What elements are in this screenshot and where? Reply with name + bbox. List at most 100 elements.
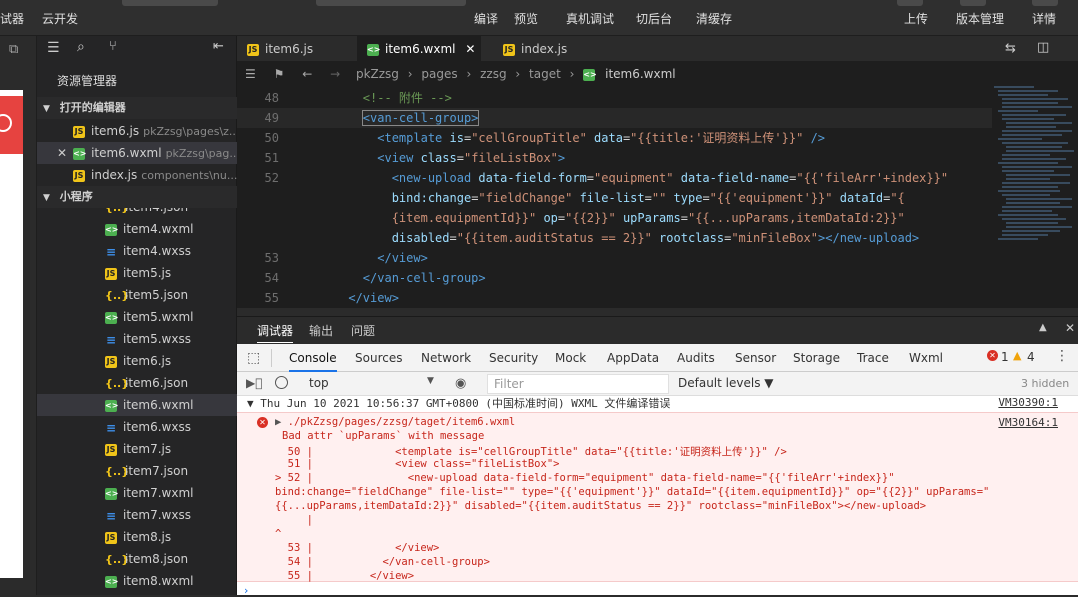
filter-input[interactable]: Filter xyxy=(487,374,669,394)
file-tree-item[interactable]: {..}item8.json xyxy=(37,548,237,570)
simulator-screen[interactable] xyxy=(0,90,23,578)
background-button[interactable]: 切后台 xyxy=(636,10,672,27)
warning-count[interactable]: 4 xyxy=(1027,350,1035,364)
search-icon[interactable]: ⌕ xyxy=(77,39,85,55)
compare-icon[interactable]: ⇆ xyxy=(1005,41,1016,56)
details-button[interactable]: 详情 xyxy=(1032,10,1056,27)
tab-item6-js[interactable]: JS item6.js xyxy=(237,36,355,62)
error-path[interactable]: ▶ ./pkZzsg/pages/zzsg/taget/item6.wxml xyxy=(275,416,515,428)
file-tree-item[interactable]: ≡ item4.wxss xyxy=(37,240,237,262)
file-tree-item[interactable]: <> item7.wxml xyxy=(37,482,237,504)
forward-arrow-icon[interactable]: → xyxy=(330,67,340,81)
open-editors-header[interactable]: ▼ 打开的编辑器 xyxy=(37,97,237,119)
close-panel-icon[interactable]: ✕ xyxy=(1065,321,1075,335)
code-line: <!-- 附件 --> xyxy=(362,91,452,105)
bookmark-icon[interactable]: ⚑ xyxy=(274,67,285,81)
tab-item6-wxml[interactable]: <> item6.wxml ✕ xyxy=(357,36,481,62)
json-file-icon: {..} xyxy=(105,552,130,566)
list-icon[interactable]: ☰ xyxy=(245,67,256,81)
tab-index-js[interactable]: JS index.js xyxy=(493,36,603,62)
debugger-button[interactable]: 试器 xyxy=(0,10,24,27)
devtools-tab-mock[interactable]: Mock xyxy=(555,344,586,372)
devtools-tab-audits[interactable]: Audits xyxy=(677,344,715,372)
devtools-tab-security[interactable]: Security xyxy=(489,344,538,372)
close-icon[interactable]: ✕ xyxy=(465,42,475,56)
breadcrumb-item[interactable]: pkZzsg xyxy=(356,67,399,81)
inspect-element-icon[interactable]: ⬚ xyxy=(247,350,260,366)
console-prompt[interactable]: › xyxy=(244,584,248,597)
file-tree-item[interactable]: <> item4.wxml xyxy=(37,218,237,240)
file-tree-item[interactable]: JS item5.js xyxy=(37,262,237,284)
wxss-file-icon: ≡ xyxy=(105,332,117,347)
clear-console-icon[interactable] xyxy=(275,376,288,389)
devtools-tab-sensor[interactable]: Sensor xyxy=(735,344,776,372)
close-icon[interactable]: ✕ xyxy=(57,146,67,160)
file-name: item6.json xyxy=(125,376,189,390)
maximize-panel-icon[interactable]: ▲ xyxy=(1039,322,1047,333)
file-tree-item[interactable]: JS item7.js xyxy=(37,438,237,460)
preview-button[interactable]: 预览 xyxy=(514,10,538,27)
upload-button[interactable]: 上传 xyxy=(904,10,928,27)
breadcrumb-item[interactable]: pages xyxy=(421,67,457,81)
mode-selector[interactable] xyxy=(122,0,218,6)
file-tree-item[interactable]: {..}item5.json xyxy=(37,284,237,306)
devtools-tab-appdata[interactable]: AppData xyxy=(607,344,659,372)
split-editor-icon[interactable]: ◫ xyxy=(1037,40,1049,55)
clear-cache-button[interactable]: 清缓存 xyxy=(696,10,732,27)
wxml-file-icon: <> xyxy=(583,68,597,81)
window-icon[interactable]: ⧉ xyxy=(9,42,18,57)
files-icon[interactable]: ☰ xyxy=(47,40,60,56)
file-name: item6.js xyxy=(91,124,140,138)
back-arrow-icon[interactable]: ← xyxy=(302,67,312,81)
devtools-tab-console[interactable]: Console xyxy=(289,344,337,372)
line-number: 52 xyxy=(264,171,279,185)
real-debug-button[interactable]: 真机调试 xyxy=(566,10,614,27)
expand-arrow-icon[interactable]: ▼ xyxy=(247,397,260,410)
file-tree-item[interactable]: <> item8.wxml xyxy=(37,570,237,592)
open-editor-item[interactable]: JS item6.js pkZzsg\pages\z... xyxy=(37,120,237,142)
open-editor-item[interactable]: JS index.js components\nu... xyxy=(37,164,237,186)
file-tree-item[interactable]: JS item8.js xyxy=(37,526,237,548)
devtools-tab-network[interactable]: Network xyxy=(421,344,471,372)
collapse-sidebar-icon[interactable]: ⇤ xyxy=(213,39,224,54)
file-tree-item[interactable]: JS item6.js xyxy=(37,350,237,372)
tab-problems[interactable]: 问题 xyxy=(351,322,375,339)
file-tree-item[interactable]: <> item6.wxml xyxy=(37,394,237,416)
breadcrumb-item[interactable]: zzsg xyxy=(480,67,506,81)
tab-debugger[interactable]: 调试器 xyxy=(257,322,294,343)
code-line: </van-cell-group> xyxy=(362,271,486,285)
code-editor[interactable]: 48 <!-- 附件 --> 49 <van-cell-group> 50 <t… xyxy=(237,86,992,308)
minimap[interactable] xyxy=(992,86,1078,308)
error-count[interactable]: 1 xyxy=(1001,350,1009,364)
file-tree-item[interactable]: {..}item7.json xyxy=(37,460,237,482)
project-header[interactable]: ▼ 小程序 xyxy=(37,186,237,208)
file-tree-item[interactable]: <> item5.wxml xyxy=(37,306,237,328)
version-button[interactable]: 版本管理 xyxy=(956,10,1004,27)
breadcrumb-item[interactable]: item6.wxml xyxy=(605,67,676,81)
git-branch-icon[interactable]: ⑂ xyxy=(109,39,117,54)
file-tree-item[interactable]: {..}item4.json xyxy=(37,208,237,218)
file-tree-item[interactable]: {..}item6.json xyxy=(37,372,237,394)
devtools-tab-trace[interactable]: Trace xyxy=(857,344,889,372)
breadcrumb-item[interactable]: taget xyxy=(529,67,561,81)
devtools-tab-wxml[interactable]: Wxml xyxy=(909,344,943,372)
breadcrumb-separator: › xyxy=(569,67,575,81)
devtools-tab-sources[interactable]: Sources xyxy=(355,344,402,372)
source-link[interactable]: VM30390:1 xyxy=(998,396,1058,409)
file-path: pkZzsg\pages\z... xyxy=(143,125,237,138)
compile-mode-selector[interactable] xyxy=(316,0,466,6)
log-levels-select[interactable]: Default levels ▼ xyxy=(678,376,774,390)
more-options-icon[interactable]: ⋮ xyxy=(1055,348,1069,364)
compile-button[interactable]: 编译 xyxy=(474,10,498,27)
sidebar-toggle-icon[interactable]: ▶⃞ xyxy=(246,376,262,390)
devtools-tab-storage[interactable]: Storage xyxy=(793,344,840,372)
open-editor-item-active[interactable]: ✕ <> item6.wxml pkZzsg\pag... xyxy=(37,142,237,164)
file-tree-item[interactable]: ≡ item5.wxss xyxy=(37,328,237,350)
file-tree-item[interactable]: ≡ item7.wxss xyxy=(37,504,237,526)
eye-icon[interactable]: ◉ xyxy=(455,376,466,391)
source-link[interactable]: VM30164:1 xyxy=(998,416,1058,429)
tab-output[interactable]: 输出 xyxy=(309,322,333,339)
context-select[interactable]: top xyxy=(309,376,329,390)
cloud-dev-button[interactable]: 云开发 xyxy=(42,10,78,27)
file-tree-item[interactable]: ≡ item6.wxss xyxy=(37,416,237,438)
